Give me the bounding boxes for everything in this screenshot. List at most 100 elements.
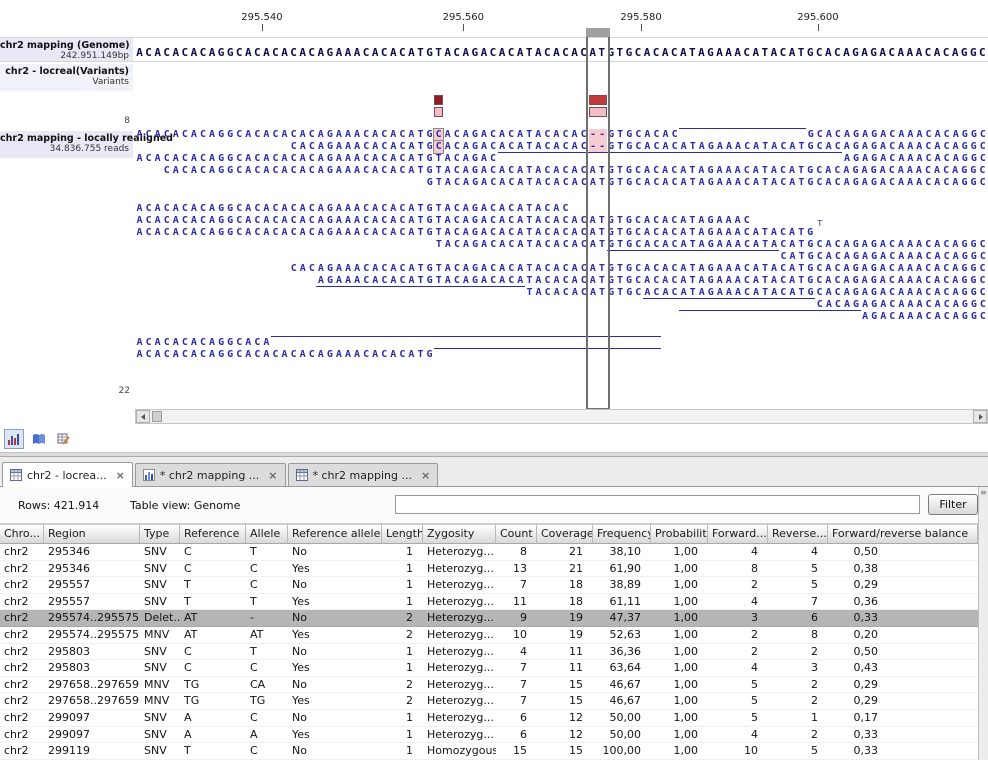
side-panel-toggle[interactable]: ≡: [978, 487, 988, 760]
base: G: [969, 177, 978, 189]
filter-input[interactable]: [395, 495, 920, 514]
base: A: [516, 177, 525, 189]
table-row[interactable]: chr2297658..297659MNVTGTGYes2Heterozyg..…: [0, 693, 978, 710]
table-row[interactable]: chr2295574..295575MNVATATYes2Heterozyg..…: [0, 627, 978, 644]
tab-close-icon[interactable]: ×: [421, 469, 430, 482]
cell: 4: [708, 544, 768, 560]
tab-close-icon[interactable]: ×: [268, 469, 277, 482]
column-header[interactable]: Length: [382, 524, 423, 544]
base: C: [833, 46, 842, 60]
base: A: [951, 46, 960, 60]
table-row[interactable]: chr2299119SNVTCNo1Homozygous1515100,001,…: [0, 743, 978, 760]
read[interactable]: ACACACACAGGCACACACACAGAAACACACATGTACAGAC…: [135, 146, 988, 158]
cell: 1: [382, 561, 423, 577]
column-header[interactable]: Type: [140, 524, 180, 544]
base: A: [915, 177, 924, 189]
read[interactable]: AGAAACACACATGTACAGACACATACACACATGTGCACAC…: [135, 268, 988, 280]
base: A: [951, 177, 960, 189]
cell: chr2: [0, 627, 44, 643]
read[interactable]: CACACAGGCACACACACAGAAACACACATGTACAGACACA…: [135, 158, 988, 170]
base: C: [253, 46, 262, 60]
read[interactable]: CACAGAGACAAACACAGGC: [135, 292, 988, 304]
base: C: [289, 349, 298, 361]
tab-1[interactable]: * chr2 mapping ...×: [135, 463, 286, 486]
table-row[interactable]: chr2295557SNVTCNo1Heterozyg...71838,891,…: [0, 577, 978, 594]
read[interactable]: TACACACATGTGCACACATAGAAACATACATGCACAGAGA…: [135, 280, 988, 292]
scrollbar-thumb[interactable]: [152, 411, 162, 422]
column-header[interactable]: Forward...: [708, 524, 768, 544]
column-header[interactable]: Reference allele: [288, 524, 382, 544]
ruler-tick-mark: [818, 24, 819, 31]
scroll-left-button[interactable]: [136, 410, 150, 423]
read[interactable]: CATGCACAGAGACAAACACAGGC: [135, 244, 988, 256]
base: A: [479, 46, 488, 60]
cell: 295346: [44, 561, 140, 577]
cell: A: [180, 710, 246, 726]
table-row[interactable]: chr2295803SNVCCYes1Heterozyg...71163,641…: [0, 660, 978, 677]
base: G: [969, 46, 978, 60]
cell: 295574..295575: [44, 627, 140, 643]
cell: chr2: [0, 577, 44, 593]
ruler-tick-mark: [641, 24, 642, 31]
column-header[interactable]: Frequency: [593, 524, 651, 544]
horizontal-scrollbar[interactable]: [135, 409, 988, 424]
cell: 7: [496, 693, 537, 709]
read[interactable]: GTACAGACACATACACACATGTGCACACATAGAAACATAC…: [135, 170, 988, 182]
table-edit-icon[interactable]: [54, 429, 74, 449]
track-graph-icon[interactable]: [4, 429, 24, 449]
book-icon: [32, 432, 46, 446]
column-header[interactable]: Coverage: [537, 524, 593, 544]
read[interactable]: CACAGAAACACACATGTACAGACACATACACACATGTGCA…: [135, 256, 988, 268]
column-header[interactable]: Reverse...: [768, 524, 828, 544]
filter-button[interactable]: Filter: [928, 494, 978, 515]
base: G: [851, 177, 860, 189]
read[interactable]: ACACACACAGGCACACACACAGAAACACACATGTACAGAC…: [135, 208, 988, 220]
table-row[interactable]: chr2295346SNVCCYes1Heterozyg...132161,90…: [0, 561, 978, 578]
table-row[interactable]: chr2295574..295575Delet...AT-No2Heterozy…: [0, 610, 978, 627]
cell: No: [288, 743, 382, 759]
column-header[interactable]: Chro...: [0, 524, 44, 544]
base: A: [189, 46, 198, 60]
open-book-icon[interactable]: [29, 429, 49, 449]
read[interactable]: AGACAAACACAGGC: [135, 304, 988, 316]
base: A: [751, 177, 760, 189]
base: A: [443, 46, 452, 60]
read[interactable]: ACACACACAGGCACACACACAGAAACACACATGTACAGAC…: [135, 220, 988, 232]
table-toolbar: Rows: 421.914 Table view: Genome Filter: [0, 487, 988, 524]
column-header[interactable]: Reference: [180, 524, 246, 544]
base: A: [171, 349, 180, 361]
table-row[interactable]: chr2299097SNVAAYes1Heterozyg...61250,001…: [0, 727, 978, 744]
column-header[interactable]: Region: [44, 524, 140, 544]
variant-marker[interactable]: [434, 95, 443, 105]
read[interactable]: CACAGAAACACACATGCACAGACACATACACAC--GTGCA…: [135, 134, 988, 146]
cell: 8: [708, 561, 768, 577]
tab-close-icon[interactable]: ×: [116, 469, 125, 482]
column-header[interactable]: Probability: [651, 524, 708, 544]
base: A: [171, 46, 180, 60]
column-header[interactable]: Count: [496, 524, 537, 544]
table-row[interactable]: chr2297658..297659MNVTGCANo2Heterozyg...…: [0, 677, 978, 694]
read[interactable]: ACACACACAGGCACACACACAGAAACACACATGCACAGAC…: [135, 122, 988, 134]
cell: 1: [382, 644, 423, 660]
table-row[interactable]: chr2299097SNVACNo1Heterozyg...61250,001,…: [0, 710, 978, 727]
read[interactable]: ACACACACAGGCACA: [135, 330, 988, 342]
column-header[interactable]: Forward/reverse balance: [828, 524, 978, 544]
read[interactable]: ACACACACAGGCACACACACAGAAACACACATGTACAGAC…: [135, 196, 988, 208]
cell: 19: [537, 627, 593, 643]
base: G: [706, 46, 715, 60]
cell: C: [246, 710, 288, 726]
base: A: [208, 349, 217, 361]
cell: 299097: [44, 727, 140, 743]
scroll-right-button[interactable]: [973, 410, 987, 423]
column-header[interactable]: Allele: [246, 524, 288, 544]
variant-marker[interactable]: [434, 107, 443, 117]
table-row[interactable]: chr2295557SNVTTYes1Heterozyg...111861,11…: [0, 594, 978, 611]
table-row[interactable]: chr2295346SNVCTNo1Heterozyg...82138,101,…: [0, 544, 978, 561]
read[interactable]: TACAGACACATACACACATGTGCACACATAGAAACATACA…: [135, 232, 988, 244]
tab-2[interactable]: * chr2 mapping ...×: [288, 463, 439, 486]
column-header[interactable]: Zygosity: [423, 524, 496, 544]
table-row[interactable]: chr2295803SNVCTNo1Heterozyg...41136,361,…: [0, 644, 978, 661]
read[interactable]: ACACACACAGGCACACACACAGAAACACACATG: [135, 342, 988, 354]
base: A: [860, 46, 869, 60]
tab-0[interactable]: chr2 - locrea...×: [2, 462, 133, 487]
